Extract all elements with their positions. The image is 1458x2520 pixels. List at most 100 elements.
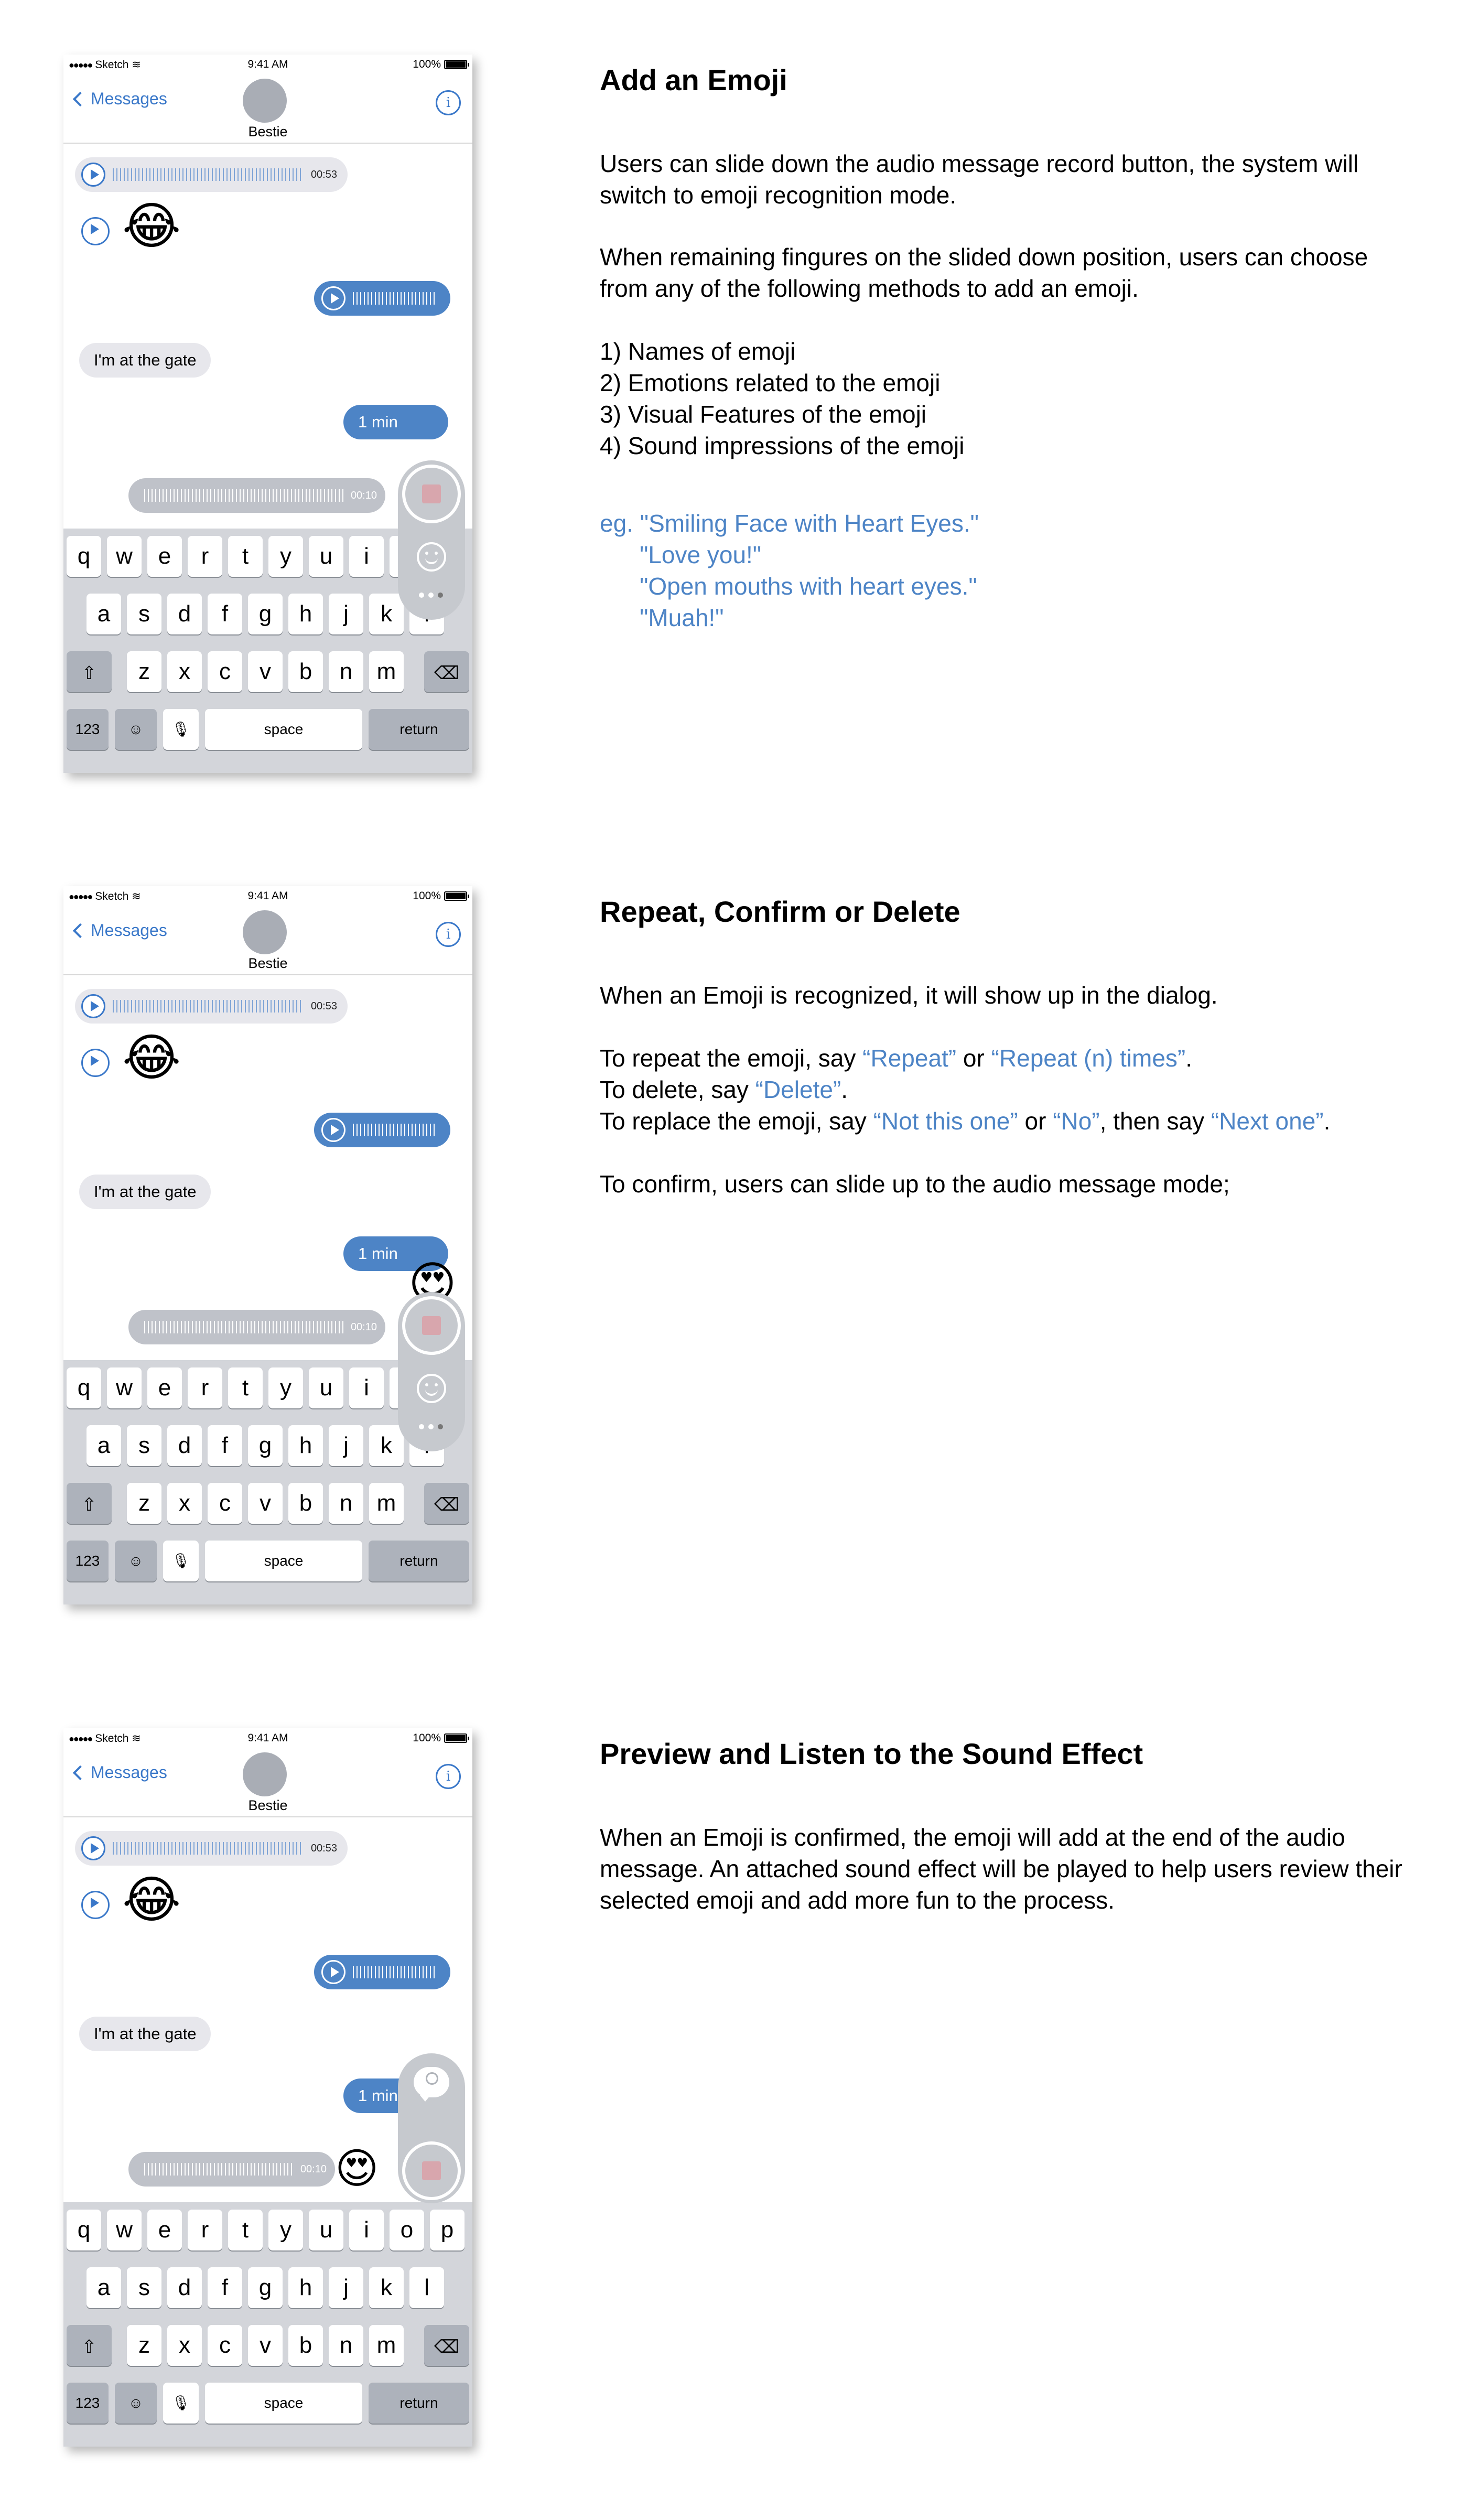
- key-i[interactable]: i: [349, 2210, 384, 2250]
- key-z[interactable]: z: [127, 1483, 161, 1524]
- key-m[interactable]: m: [369, 651, 404, 692]
- key-s[interactable]: s: [127, 594, 161, 634]
- emoji-mode-icon[interactable]: [417, 1374, 446, 1403]
- key-b[interactable]: b: [288, 2325, 323, 2366]
- key-k[interactable]: k: [369, 594, 404, 634]
- key-r[interactable]: r: [188, 536, 222, 577]
- key-q[interactable]: q: [67, 2210, 101, 2250]
- dictation-key[interactable]: 🎙: [163, 2383, 199, 2424]
- return-key[interactable]: return: [369, 1541, 469, 1581]
- stop-record-icon[interactable]: [402, 1296, 461, 1355]
- back-button[interactable]: Messages: [71, 921, 167, 940]
- key-o[interactable]: o: [390, 2210, 424, 2250]
- play-icon[interactable]: [321, 1118, 345, 1142]
- emoji-key[interactable]: ☺: [115, 1541, 157, 1581]
- key-f[interactable]: f: [208, 594, 242, 634]
- key-g[interactable]: g: [248, 1425, 283, 1466]
- key-m[interactable]: m: [369, 2325, 404, 2366]
- dictation-key[interactable]: 🎙: [163, 709, 199, 750]
- key-q[interactable]: q: [67, 1367, 101, 1408]
- key-y[interactable]: y: [268, 536, 303, 577]
- avatar[interactable]: [243, 79, 287, 123]
- key-x[interactable]: x: [167, 1483, 202, 1524]
- key-u[interactable]: u: [309, 2210, 343, 2250]
- space-key[interactable]: space: [205, 2383, 362, 2424]
- stop-record-icon[interactable]: [402, 465, 461, 523]
- key-u[interactable]: u: [309, 536, 343, 577]
- key-i[interactable]: i: [349, 1367, 384, 1408]
- key-a[interactable]: a: [87, 2267, 121, 2308]
- key-z[interactable]: z: [127, 651, 161, 692]
- key-w[interactable]: w: [107, 536, 142, 577]
- emoji-key[interactable]: ☺: [115, 709, 157, 750]
- shift-key[interactable]: ⇧: [67, 2325, 112, 2366]
- key-v[interactable]: v: [248, 1483, 283, 1524]
- emoji-key[interactable]: ☺: [115, 2383, 157, 2424]
- key-e[interactable]: e: [147, 2210, 182, 2250]
- play-icon[interactable]: [81, 163, 105, 187]
- key-f[interactable]: f: [208, 2267, 242, 2308]
- back-button[interactable]: Messages: [71, 1763, 167, 1782]
- avatar[interactable]: [243, 1752, 287, 1796]
- numbers-key[interactable]: 123: [67, 2383, 109, 2424]
- key-h[interactable]: h: [288, 2267, 323, 2308]
- key-h[interactable]: h: [288, 594, 323, 634]
- key-r[interactable]: r: [188, 2210, 222, 2250]
- dictation-key[interactable]: 🎙: [163, 1541, 199, 1581]
- key-c[interactable]: c: [208, 651, 242, 692]
- record-control[interactable]: [398, 2053, 465, 2203]
- key-w[interactable]: w: [107, 1367, 142, 1408]
- space-key[interactable]: space: [205, 709, 362, 750]
- key-k[interactable]: k: [369, 1425, 404, 1466]
- avatar[interactable]: [243, 910, 287, 954]
- key-v[interactable]: v: [248, 651, 283, 692]
- key-d[interactable]: d: [167, 2267, 202, 2308]
- info-icon[interactable]: i: [436, 922, 461, 947]
- key-m[interactable]: m: [369, 1483, 404, 1524]
- play-icon[interactable]: [81, 1836, 105, 1860]
- emoji-mode-icon[interactable]: [417, 542, 446, 572]
- play-icon[interactable]: [81, 1049, 110, 1077]
- key-d[interactable]: d: [167, 594, 202, 634]
- back-button[interactable]: Messages: [71, 89, 167, 109]
- play-icon[interactable]: [81, 994, 105, 1018]
- key-e[interactable]: e: [147, 536, 182, 577]
- key-a[interactable]: a: [87, 594, 121, 634]
- key-c[interactable]: c: [208, 2325, 242, 2366]
- key-u[interactable]: u: [309, 1367, 343, 1408]
- key-t[interactable]: t: [228, 536, 263, 577]
- key-g[interactable]: g: [248, 594, 283, 634]
- delete-key[interactable]: ⌫: [424, 1483, 469, 1524]
- key-c[interactable]: c: [208, 1483, 242, 1524]
- key-f[interactable]: f: [208, 1425, 242, 1466]
- play-icon[interactable]: [81, 217, 110, 245]
- info-icon[interactable]: i: [436, 90, 461, 115]
- return-key[interactable]: return: [369, 709, 469, 750]
- info-icon[interactable]: i: [436, 1764, 461, 1789]
- key-q[interactable]: q: [67, 536, 101, 577]
- key-x[interactable]: x: [167, 651, 202, 692]
- send-up-icon[interactable]: [414, 2067, 449, 2102]
- key-v[interactable]: v: [248, 2325, 283, 2366]
- key-s[interactable]: s: [127, 1425, 161, 1466]
- key-j[interactable]: j: [329, 1425, 363, 1466]
- key-t[interactable]: t: [228, 1367, 263, 1408]
- key-j[interactable]: j: [329, 594, 363, 634]
- play-icon[interactable]: [81, 1891, 110, 1919]
- delete-key[interactable]: ⌫: [424, 651, 469, 692]
- delete-key[interactable]: ⌫: [424, 2325, 469, 2366]
- key-x[interactable]: x: [167, 2325, 202, 2366]
- key-g[interactable]: g: [248, 2267, 283, 2308]
- key-y[interactable]: y: [268, 1367, 303, 1408]
- space-key[interactable]: space: [205, 1541, 362, 1581]
- key-b[interactable]: b: [288, 1483, 323, 1524]
- shift-key[interactable]: ⇧: [67, 651, 112, 692]
- return-key[interactable]: return: [369, 2383, 469, 2424]
- play-icon[interactable]: [321, 1960, 345, 1984]
- key-l[interactable]: l: [409, 2267, 444, 2308]
- key-t[interactable]: t: [228, 2210, 263, 2250]
- stop-record-icon[interactable]: [402, 2141, 461, 2200]
- key-k[interactable]: k: [369, 2267, 404, 2308]
- key-s[interactable]: s: [127, 2267, 161, 2308]
- key-n[interactable]: n: [329, 2325, 363, 2366]
